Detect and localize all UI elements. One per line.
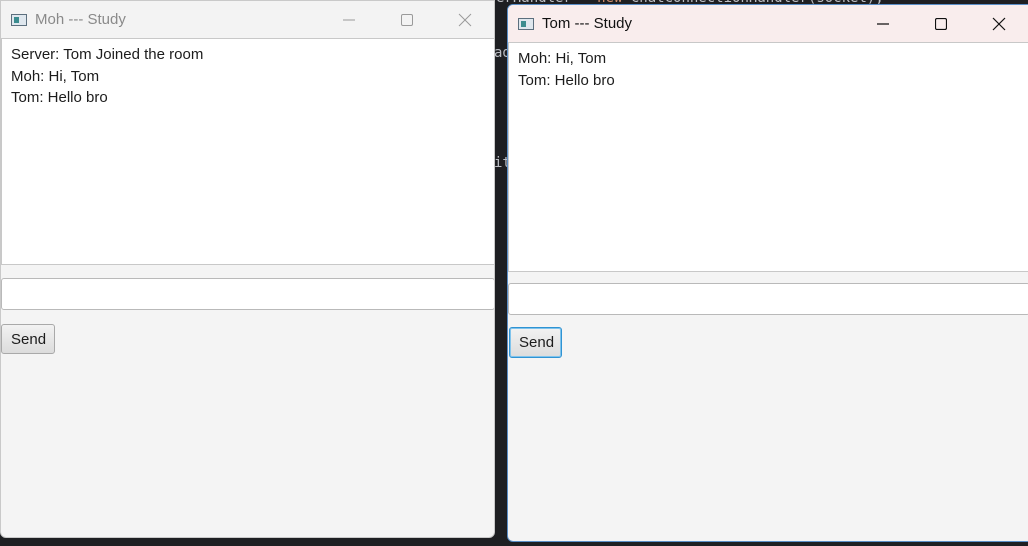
- chat-message: Tom: Hello bro: [11, 89, 108, 106]
- chat-message: Moh: Hi, Tom: [518, 50, 607, 67]
- chat-log[interactable]: Server: Tom Joined the room Moh: Hi, Tom…: [1, 38, 494, 265]
- title-bar[interactable]: Tom --- Study: [508, 5, 1028, 42]
- close-button[interactable]: [970, 5, 1028, 42]
- minimize-button[interactable]: [854, 5, 912, 42]
- chat-window-tom: Tom --- Study Moh: Hi, Tom Tom: Hello br…: [507, 4, 1028, 542]
- message-input[interactable]: [1, 278, 494, 310]
- chat-message: Server: Tom Joined the room: [11, 46, 204, 63]
- chat-log[interactable]: Moh: Hi, Tom Tom: Hello bro: [508, 42, 1028, 272]
- close-button[interactable]: [436, 1, 494, 38]
- window-title: Moh --- Study: [35, 11, 126, 28]
- close-icon: [458, 13, 472, 26]
- maximize-button[interactable]: [378, 1, 436, 38]
- window-title: Tom --- Study: [542, 15, 633, 32]
- send-button[interactable]: Send: [1, 324, 55, 354]
- app-icon: [11, 13, 27, 26]
- chat-message: Moh: Hi, Tom: [11, 67, 100, 85]
- chat-window-moh: Moh --- Study Server: Tom Joined the roo…: [0, 0, 495, 538]
- chat-message: Tom: Hello bro: [518, 71, 615, 89]
- minimize-button[interactable]: [320, 1, 378, 38]
- message-input[interactable]: [508, 283, 1028, 315]
- maximize-icon: [401, 13, 413, 26]
- maximize-icon: [935, 17, 947, 30]
- app-icon: [518, 17, 534, 30]
- close-icon: [992, 17, 1006, 30]
- maximize-button[interactable]: [912, 5, 970, 42]
- minimize-icon: [343, 19, 355, 20]
- send-button[interactable]: Send: [509, 327, 562, 358]
- minimize-icon: [877, 22, 889, 25]
- title-bar[interactable]: Moh --- Study: [1, 1, 494, 38]
